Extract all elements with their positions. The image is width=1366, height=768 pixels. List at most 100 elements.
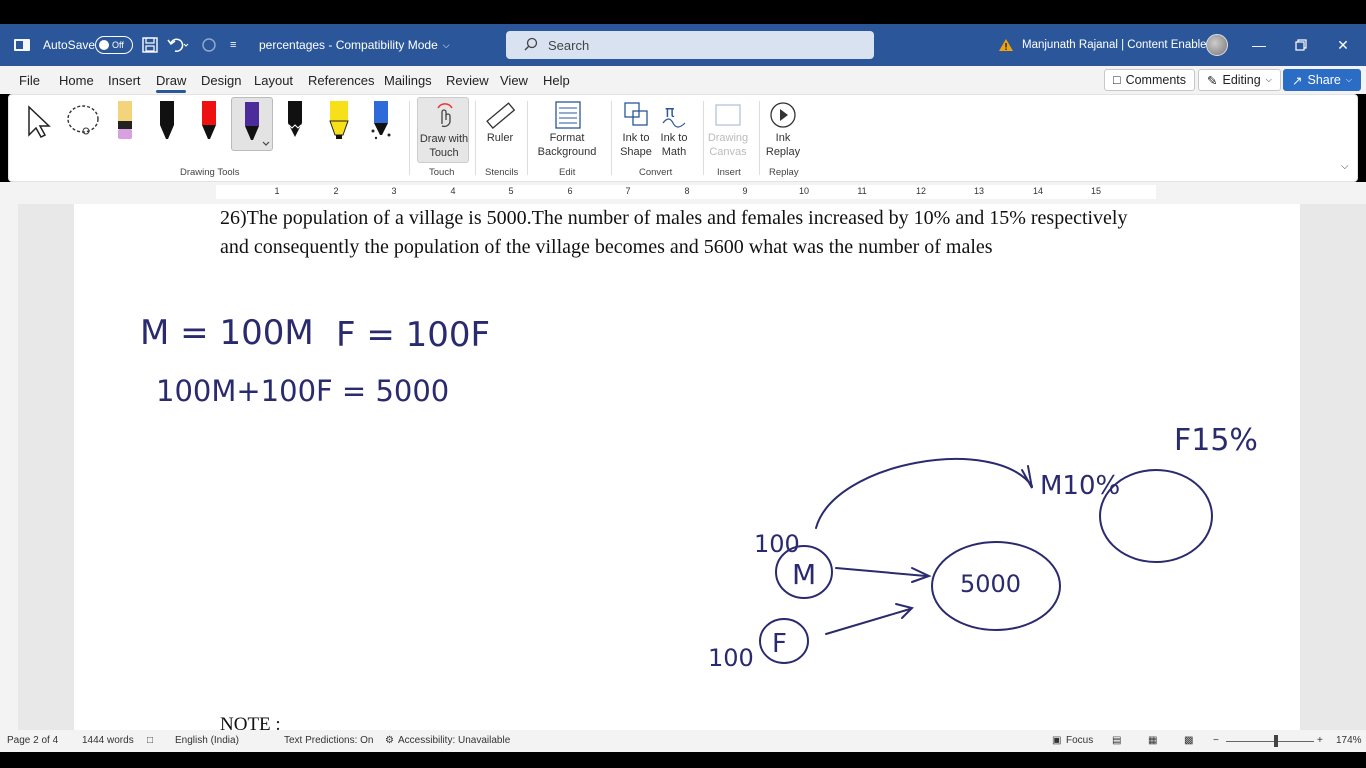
tab-mailings[interactable]: Mailings (384, 73, 432, 88)
horizontal-ruler[interactable]: 1 2 3 4 5 6 7 8 9 10 11 12 13 14 15 (216, 185, 1156, 199)
tab-layout[interactable]: Layout (254, 73, 293, 88)
drawing-canvas-label[interactable]: Drawing Canvas (703, 131, 753, 159)
customize-toolbar-icon[interactable]: ≡ (230, 24, 236, 66)
ink-to-shape-icon[interactable] (623, 101, 649, 134)
focus-button[interactable]: Focus (1066, 735, 1093, 746)
select-arrow-icon[interactable] (25, 105, 53, 144)
status-bar: Page 2 of 4 1444 words □ English (India)… (0, 730, 1366, 752)
lasso-select-icon[interactable] (65, 103, 101, 144)
vertical-ruler[interactable] (0, 204, 18, 730)
ink-replay-label[interactable]: Ink Replay (761, 131, 805, 159)
eraser-icon[interactable] (115, 101, 135, 146)
zoom-level[interactable]: 174% (1336, 735, 1362, 746)
share-button[interactable]: ↗ Share ⌵ (1283, 69, 1361, 91)
highlighter-icon[interactable] (327, 101, 351, 146)
pencil-icon: ✎ (1207, 73, 1218, 88)
ink-hundred-f: 100 (708, 644, 754, 672)
page-count[interactable]: Page 2 of 4 (7, 735, 58, 746)
tab-design[interactable]: Design (201, 73, 241, 88)
ribbon-draw: Drawing Tools Draw with Touch Touch Rule… (8, 94, 1358, 182)
tab-references[interactable]: References (308, 73, 374, 88)
ruler-tick: 1 (274, 186, 280, 196)
ruler-tick: 2 (333, 186, 339, 196)
chevron-down-icon: ⌵ (1265, 75, 1272, 84)
word-app-icon (14, 24, 30, 66)
tab-home[interactable]: Home (59, 73, 94, 88)
ink-arrow-f (825, 608, 911, 635)
text-predictions[interactable]: Text Predictions: On (284, 735, 373, 746)
tab-draw[interactable]: Draw (156, 73, 187, 93)
svg-text:π: π (665, 102, 675, 121)
horizontal-ruler-bar: 1 2 3 4 5 6 7 8 9 10 11 12 13 14 15 (0, 182, 1366, 204)
ink-total-5000: 5000 (960, 570, 1021, 598)
zoom-slider-thumb[interactable] (1274, 735, 1278, 747)
document-title[interactable]: percentages - Compatibility Mode ⌵ (259, 24, 450, 66)
proofing-icon[interactable]: □ (147, 735, 153, 746)
language[interactable]: English (India) (175, 735, 239, 746)
black-pencil-icon[interactable] (285, 101, 305, 146)
print-layout-icon[interactable]: ▦ (1148, 735, 1157, 746)
ink-drawing-layer[interactable]: M = 100M F = 100F 100M+100F = 5000 M F 1… (74, 204, 1300, 730)
autosave-toggle[interactable]: Off (95, 24, 133, 66)
screen-bottom-border (0, 752, 1366, 768)
web-layout-icon[interactable]: ▩ (1184, 735, 1193, 746)
ruler-tick: 12 (915, 186, 927, 196)
tab-help[interactable]: Help (543, 73, 570, 88)
autosave-label: AutoSave (43, 38, 96, 52)
undo-icon[interactable] (167, 24, 189, 66)
menu-bar: File Home Insert Draw Design Layout Refe… (0, 66, 1366, 94)
zoom-out-button[interactable]: − (1213, 735, 1219, 746)
focus-icon: ▣ (1052, 735, 1062, 746)
action-pen-icon[interactable] (369, 101, 393, 146)
autosave-state: Off (112, 40, 124, 50)
minimize-icon[interactable]: — (1236, 24, 1282, 66)
ink-to-math-label[interactable]: Ink to Math (653, 131, 695, 159)
ink-to-math-icon[interactable]: π (661, 101, 687, 134)
restore-icon[interactable] (1278, 24, 1324, 66)
tab-file[interactable]: File (19, 73, 40, 88)
tab-review[interactable]: Review (446, 73, 489, 88)
red-pen-icon[interactable] (199, 101, 219, 146)
save-icon[interactable] (142, 24, 158, 66)
tab-view[interactable]: View (500, 73, 528, 88)
zoom-in-button[interactable]: + (1317, 735, 1323, 746)
purple-pen-selected[interactable] (231, 97, 273, 151)
ink-replay-icon[interactable] (769, 101, 797, 134)
user-name[interactable]: Manjunath Rajanal | Content Enablers (1022, 24, 1216, 66)
group-drawing-tools: Drawing Tools (180, 167, 240, 178)
title-bar: AutoSave Off ≡ percentages - Compatibili… (0, 24, 1366, 66)
format-background-icon[interactable] (555, 101, 581, 134)
avatar[interactable] (1206, 24, 1228, 66)
ruler-tick: 13 (973, 186, 985, 196)
word-count[interactable]: 1444 words (82, 735, 134, 746)
redo-icon[interactable] (200, 24, 218, 66)
drawing-canvas-icon[interactable] (715, 101, 741, 134)
editing-button[interactable]: ✎ Editing ⌵ (1198, 69, 1281, 91)
close-icon[interactable]: ✕ (1320, 24, 1366, 66)
search-box[interactable]: Search (506, 31, 874, 59)
draw-with-touch-button[interactable]: Draw with Touch (417, 97, 469, 163)
tab-insert[interactable]: Insert (108, 73, 141, 88)
black-pen-icon[interactable] (157, 101, 177, 146)
ink-curve-arrow (815, 458, 1033, 529)
read-mode-icon[interactable]: ▤ (1112, 735, 1121, 746)
group-stencils: Stencils (485, 167, 519, 178)
comments-button[interactable]: □ Comments (1104, 69, 1195, 91)
warning-icon[interactable] (998, 24, 1014, 66)
ruler-tick: 7 (625, 186, 631, 196)
ruler-tick: 9 (742, 186, 748, 196)
chevron-down-icon: ⌵ (442, 39, 450, 50)
ink-to-shape-label[interactable]: Ink to Shape (615, 131, 657, 159)
ink-m-percent: M10% (1040, 471, 1120, 501)
accessibility-status[interactable]: Accessibility: Unavailable (398, 735, 510, 746)
group-convert: Convert (639, 167, 673, 178)
document-page[interactable]: 26)The population of a village is 5000.T… (74, 204, 1300, 730)
ink-f-label: F (772, 629, 787, 659)
ruler-label[interactable]: Ruler (479, 131, 521, 145)
touch-hand-icon (432, 102, 456, 135)
format-background-label[interactable]: Format Background (531, 131, 603, 159)
collapse-ribbon-icon[interactable]: ⌵ (1341, 161, 1349, 172)
group-edit: Edit (559, 167, 576, 178)
document-title-text: percentages - Compatibility Mode (259, 38, 438, 52)
zoom-slider-track[interactable] (1226, 741, 1314, 742)
